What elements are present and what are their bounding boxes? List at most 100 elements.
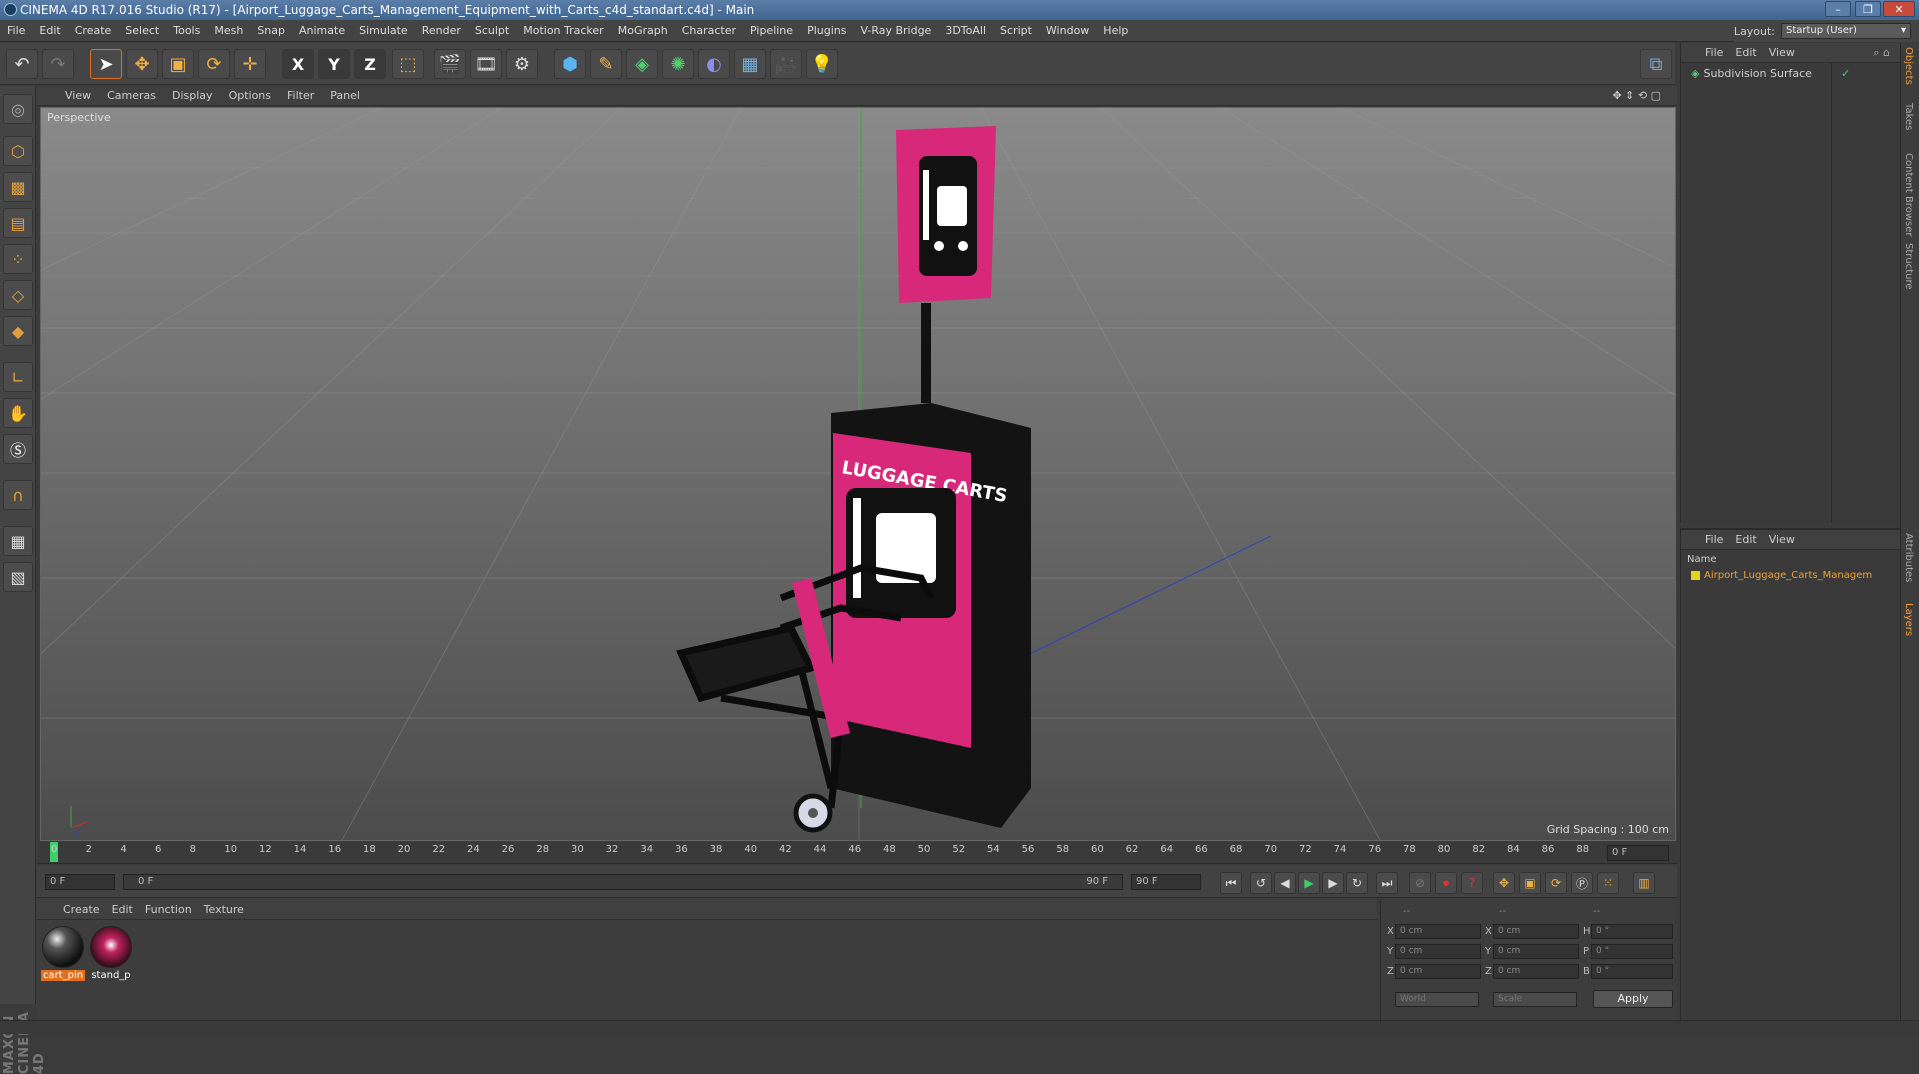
frame-range-slider[interactable]: 0 F 90 F [123,874,1123,890]
tab-layers[interactable]: Layers [1903,603,1914,636]
menu-mograph[interactable]: MoGraph [611,20,675,42]
lock-workplane-icon[interactable]: ▦ [3,526,33,556]
pen-icon[interactable]: ✎ [590,49,622,79]
obj-menu-file[interactable]: File [1699,43,1729,63]
model-mode-icon[interactable]: ⬡ [3,136,33,166]
texture-mode-icon[interactable]: ▩ [3,172,33,202]
close-button[interactable]: ✕ [1883,1,1915,17]
scale-icon[interactable]: ▣ [162,49,194,79]
render-picture-icon[interactable]: 🎞 [470,49,502,79]
planar-workplane-icon[interactable]: ▧ [3,562,33,592]
timeline-ruler[interactable]: 0 2 4 6 8 10 12 14 16 18 20 22 24 26 28 30 32 34 36 38 40 42 4… [37,842,1677,864]
deformer-icon[interactable]: ◐ [698,49,730,79]
floor-icon[interactable]: ▦ [734,49,766,79]
mat-menu-create[interactable]: Create [57,900,106,920]
go-to-start-icon[interactable]: ⏮ [1220,872,1242,894]
vp-menu-cameras[interactable]: Cameras [99,86,164,106]
tweak-mode-icon[interactable]: ✋ [3,398,33,428]
snap-icon[interactable]: Ⓢ [3,434,33,464]
mode-dropdown[interactable]: Scale [1493,992,1577,1007]
layout-dropdown[interactable]: Startup (User) ▾ [1781,23,1911,39]
pos-x-field[interactable]: 0 cm [1395,924,1481,939]
timeline-window-icon[interactable]: ▥ [1633,872,1655,894]
layer-menu-view[interactable]: View [1763,530,1801,550]
3d-viewport[interactable]: LUGGAGE CARTS Perspective Grid Spacing :… [40,107,1676,841]
menu-mesh[interactable]: Mesh [207,20,250,42]
vp-menu-display[interactable]: Display [164,86,221,106]
end-frame-field[interactable]: 90 F [1131,874,1201,890]
vp-menu-view[interactable]: View [57,86,99,106]
menu-snap[interactable]: Snap [250,20,292,42]
polygons-mode-icon[interactable]: ◆ [3,316,33,346]
tab-structure[interactable]: Structure [1903,243,1914,290]
key-scale-icon[interactable]: ▣ [1519,872,1541,894]
rot-h-field[interactable]: 0 ° [1591,924,1673,939]
next-frame-icon[interactable]: ▶ [1322,872,1344,894]
object-row[interactable]: ◈ Subdivision Surface [1691,67,1812,80]
coord-system-icon[interactable]: ⬚ [392,49,424,79]
pos-z-field[interactable]: 0 cm [1395,964,1481,979]
mat-menu-function[interactable]: Function [139,900,198,920]
menu-animate[interactable]: Animate [292,20,352,42]
menu-simulate[interactable]: Simulate [352,20,415,42]
python-icon[interactable]: ⧉ [1640,49,1672,79]
record-keys-icon[interactable]: ⊘ [1409,872,1431,894]
space-dropdown[interactable]: World [1395,992,1479,1007]
tab-attributes[interactable]: Attributes [1903,533,1914,582]
object-check-icon[interactable]: ✓ [1841,67,1850,80]
select-icon[interactable]: ➤ [90,49,122,79]
redo-icon[interactable]: ↷ [42,49,74,79]
minimize-button[interactable]: – [1825,1,1851,17]
y-axis-icon[interactable]: Y [318,49,350,79]
current-frame-field[interactable]: 0 F [1607,845,1669,861]
prev-key-icon[interactable]: ↺ [1250,872,1272,894]
menu-render[interactable]: Render [415,20,468,42]
material-swatch[interactable]: cart_pin [41,926,85,982]
key-position-icon[interactable]: ✥ [1493,872,1515,894]
apply-button[interactable]: Apply [1593,990,1673,1008]
key-pla-icon[interactable]: ⁙ [1597,872,1619,894]
viewport-nav-icons[interactable]: ✥ ⇕ ⟲ ▢ [1604,86,1669,106]
workplane-icon[interactable]: ▤ [3,208,33,238]
cube-icon[interactable]: ⬢ [554,49,586,79]
obj-menu-view[interactable]: View [1763,43,1801,63]
tab-takes[interactable]: Takes [1903,103,1914,130]
live-move-icon[interactable]: ✛ [234,49,266,79]
rot-p-field[interactable]: 0 ° [1591,944,1673,959]
vp-menu-panel[interactable]: Panel [322,86,368,106]
menu-window[interactable]: Window [1039,20,1096,42]
start-frame-field[interactable]: 0 F [45,874,115,890]
menu-character[interactable]: Character [675,20,743,42]
size-x-field[interactable]: 0 cm [1493,924,1579,939]
render-settings-icon[interactable]: ⚙ [506,49,538,79]
key-rotation-icon[interactable]: ⟳ [1545,872,1567,894]
vp-menu-options[interactable]: Options [221,86,279,106]
rot-b-field[interactable]: 0 ° [1591,964,1673,979]
key-help-icon[interactable]: ? [1461,872,1483,894]
camera-icon[interactable]: 🎥 [770,49,802,79]
menu-create[interactable]: Create [68,20,119,42]
go-to-end-icon[interactable]: ⏭ [1376,872,1398,894]
layer-menu-file[interactable]: File [1699,530,1729,550]
material-swatch[interactable]: stand_p [89,926,133,982]
rotate-icon[interactable]: ⟳ [198,49,230,79]
move-icon[interactable]: ✥ [126,49,158,79]
menu-pipeline[interactable]: Pipeline [743,20,800,42]
menu-edit[interactable]: Edit [32,20,67,42]
tab-objects[interactable]: Objects [1903,47,1914,85]
key-param-icon[interactable]: Ⓟ [1571,872,1593,894]
menu-help[interactable]: Help [1096,20,1135,42]
mat-menu-edit[interactable]: Edit [106,900,139,920]
prev-frame-icon[interactable]: ◀ [1274,872,1296,894]
vp-menu-filter[interactable]: Filter [279,86,322,106]
menu-script[interactable]: Script [993,20,1039,42]
subdivision-icon[interactable]: ◈ [626,49,658,79]
points-mode-icon[interactable]: ⁘ [3,244,33,274]
obj-menu-edit[interactable]: Edit [1729,43,1762,63]
axis-mode-icon[interactable]: ∟ [3,362,33,392]
cloner-icon[interactable]: ✺ [662,49,694,79]
render-view-icon[interactable]: 🎬 [434,49,466,79]
tab-content-browser[interactable]: Content Browser [1903,153,1914,236]
magnet-icon[interactable]: ∩ [3,480,33,510]
menu-motion-tracker[interactable]: Motion Tracker [516,20,610,42]
